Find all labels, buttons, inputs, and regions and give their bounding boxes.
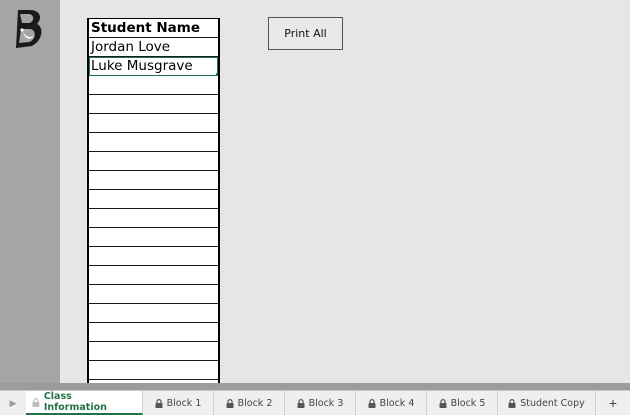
- brand-logo-icon: [16, 10, 42, 48]
- add-sheet-button[interactable]: +: [596, 391, 630, 415]
- lock-icon: [508, 398, 516, 408]
- empty-student-cell[interactable]: [89, 323, 218, 342]
- tab-block-2[interactable]: Block 2: [214, 391, 285, 415]
- empty-student-cell[interactable]: [89, 266, 218, 285]
- empty-student-cell[interactable]: [89, 95, 218, 114]
- empty-student-cell[interactable]: [89, 133, 218, 152]
- empty-student-cell[interactable]: [89, 76, 218, 95]
- left-margin-panel: [0, 0, 60, 383]
- tab-scroll-arrow-icon[interactable]: ▶: [0, 391, 26, 415]
- tab-student-copy[interactable]: Student Copy: [498, 391, 596, 415]
- empty-student-cell[interactable]: [89, 209, 218, 228]
- tab-label: Block 4: [379, 397, 415, 409]
- horizontal-scrollbar[interactable]: [0, 383, 630, 390]
- tab-block-3[interactable]: Block 3: [285, 391, 356, 415]
- tab-label: Class Information: [43, 391, 107, 413]
- lock-icon: [155, 398, 163, 408]
- tab-label: Student Copy: [520, 397, 585, 409]
- lock-icon: [368, 398, 376, 408]
- column-header-student-name[interactable]: Student Name: [89, 19, 218, 38]
- empty-student-cell[interactable]: [89, 228, 218, 247]
- tab-label: Block 1: [166, 397, 202, 409]
- lock-icon: [439, 398, 447, 408]
- empty-student-cell[interactable]: [89, 152, 218, 171]
- lock-icon: [226, 398, 234, 408]
- empty-student-cell[interactable]: [89, 361, 218, 380]
- student-roster-table: Student Name Jordan Love Luke Musgrave: [87, 18, 220, 390]
- student-cell[interactable]: Jordan Love: [89, 38, 218, 57]
- empty-student-cell[interactable]: [89, 114, 218, 133]
- empty-student-cell[interactable]: [89, 304, 218, 323]
- empty-student-cell[interactable]: [89, 190, 218, 209]
- print-all-button[interactable]: Print All: [268, 17, 343, 50]
- lock-icon: [297, 398, 305, 408]
- empty-student-cell[interactable]: [89, 171, 218, 190]
- sheet-tab-bar: ▶ Class Information Block 1 Block 2 Bloc…: [0, 390, 630, 415]
- tab-label: Block 5: [450, 397, 486, 409]
- tab-label: Block 2: [237, 397, 273, 409]
- tab-label: Block 3: [308, 397, 344, 409]
- tab-class-information[interactable]: Class Information: [26, 391, 143, 415]
- empty-student-cell[interactable]: [89, 342, 218, 361]
- empty-student-cell[interactable]: [89, 247, 218, 266]
- tab-block-5[interactable]: Block 5: [427, 391, 498, 415]
- tab-block-4[interactable]: Block 4: [356, 391, 427, 415]
- tab-block-1[interactable]: Block 1: [143, 391, 214, 415]
- empty-student-cell[interactable]: [89, 285, 218, 304]
- lock-icon: [32, 397, 40, 407]
- student-cell-selected[interactable]: Luke Musgrave: [89, 57, 218, 76]
